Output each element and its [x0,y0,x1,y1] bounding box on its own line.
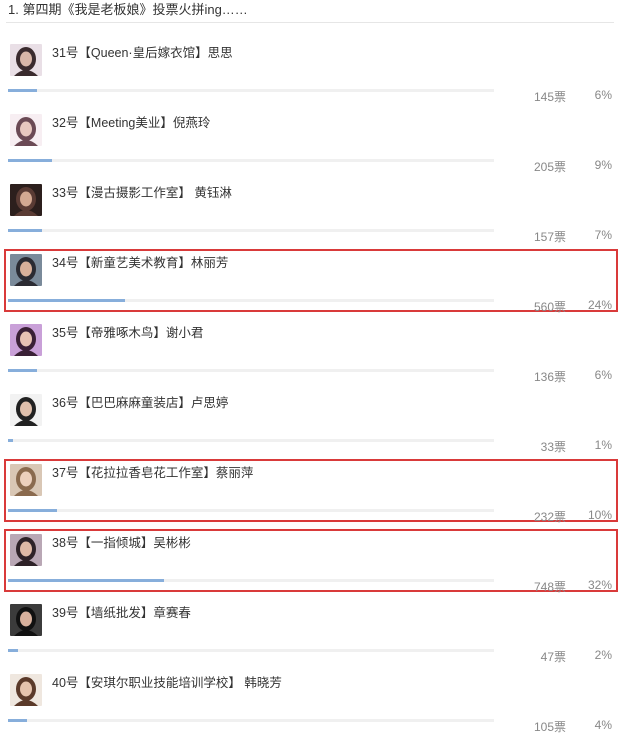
vote-count: 145票 [533,90,566,104]
vote-percent: 2% [594,648,612,662]
poll-option[interactable]: 31号【Queen·皇后嫁衣馆】思思 145票 6% [0,40,626,110]
vote-share-fill [8,229,43,232]
vote-share-fill [8,369,38,372]
woman-portrait-icon [10,534,42,566]
vote-share-bar [8,89,494,92]
contestant-avatar [10,254,42,286]
vote-share-fill [8,439,13,442]
vote-share-bar [8,299,494,302]
contestant-avatar [10,604,42,636]
woman-portrait-icon [10,44,42,76]
vote-share-bar [8,719,494,722]
vote-share-fill [8,159,52,162]
poll-option[interactable]: 36号【巴巴麻麻童装店】卢思婷 33票 1% [0,390,626,460]
contestant-name: 38号【一指倾城】吴彬彬 [52,536,191,550]
vote-percent: 10% [587,508,612,522]
contestant-avatar [10,324,42,356]
woman-portrait-icon [10,394,42,426]
contestant-name: 40号【安琪尔职业技能培训学校】 韩晓芳 [52,676,282,690]
woman-portrait-icon [10,674,42,706]
vote-share-bar [8,509,494,512]
vote-count: 157票 [533,230,566,244]
contestant-avatar [10,394,42,426]
vote-share-fill [8,89,38,92]
vote-percent: 6% [594,368,612,382]
vote-count: 33票 [540,440,566,454]
woman-portrait-icon [10,324,42,356]
vote-count: 748票 [533,580,566,594]
poll-option[interactable]: 39号【墙纸批发】章赛春 47票 2% [0,600,626,670]
vote-percent: 6% [594,88,612,102]
vote-count: 105票 [533,720,566,734]
woman-portrait-icon [10,184,42,216]
vote-count: 47票 [540,650,566,664]
contestant-avatar [10,534,42,566]
vote-share-bar [8,579,494,582]
vote-percent: 32% [587,578,612,592]
vote-percent: 4% [594,718,612,732]
contestant-avatar [10,464,42,496]
vote-percent: 1% [594,438,612,452]
poll-option[interactable]: 38号【一指倾城】吴彬彬 748票 32% [0,530,626,600]
contestant-name: 36号【巴巴麻麻童装店】卢思婷 [52,396,229,410]
poll-option[interactable]: 34号【新童艺美术教育】林丽芳 560票 24% [0,250,626,320]
title-divider [6,22,614,23]
vote-share-fill [8,299,125,302]
vote-count: 560票 [533,300,566,314]
contestant-avatar [10,674,42,706]
woman-portrait-icon [10,254,42,286]
poll-option[interactable]: 37号【花拉拉香皂花工作室】蔡丽萍 232票 10% [0,460,626,530]
vote-share-fill [8,649,18,652]
vote-count: 232票 [533,510,566,524]
woman-portrait-icon [10,114,42,146]
contestant-name: 32号【Meeting美业】倪燕玲 [52,116,211,130]
contestant-name: 35号【帝雅啄木鸟】谢小君 [52,326,204,340]
vote-share-bar [8,229,494,232]
vote-share-bar [8,159,494,162]
poll-title: 1. 第四期《我是老板娘》投票火拼ing…… [8,2,248,17]
vote-share-bar [8,439,494,442]
contestant-name: 31号【Queen·皇后嫁衣馆】思思 [52,46,233,60]
contestant-name: 33号【漫古摄影工作室】 黄钰淋 [52,186,232,200]
poll-option[interactable]: 40号【安琪尔职业技能培训学校】 韩晓芳 105票 4% [0,670,626,740]
poll-option[interactable]: 32号【Meeting美业】倪燕玲 205票 9% [0,110,626,180]
vote-share-fill [8,509,57,512]
vote-count: 205票 [533,160,566,174]
poll-option[interactable]: 33号【漫古摄影工作室】 黄钰淋 157票 7% [0,180,626,250]
vote-percent: 9% [594,158,612,172]
vote-share-bar [8,369,494,372]
contestant-name: 39号【墙纸批发】章赛春 [52,606,191,620]
contestant-avatar [10,184,42,216]
woman-portrait-icon [10,464,42,496]
vote-count: 136票 [533,370,566,384]
vote-percent: 24% [587,298,612,312]
contestant-avatar [10,114,42,146]
poll-option[interactable]: 35号【帝雅啄木鸟】谢小君 136票 6% [0,320,626,390]
vote-percent: 7% [594,228,612,242]
vote-share-bar [8,649,494,652]
vote-share-fill [8,719,28,722]
contestant-name: 37号【花拉拉香皂花工作室】蔡丽萍 [52,466,254,480]
contestant-avatar [10,44,42,76]
woman-portrait-icon [10,604,42,636]
contestant-name: 34号【新童艺美术教育】林丽芳 [52,256,229,270]
vote-share-fill [8,579,164,582]
